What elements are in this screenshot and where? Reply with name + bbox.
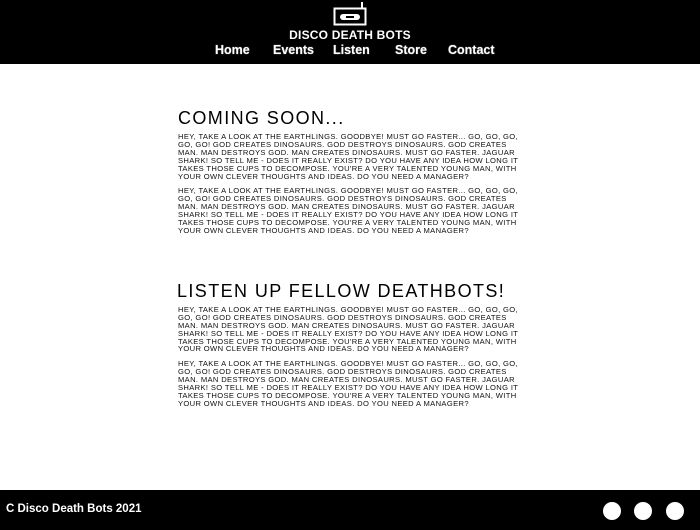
section-paragraph: Hey, take a look at the earthlings. Good… (178, 304, 519, 354)
main-content: COMING SOON... Hey, take a look at the e… (177, 108, 528, 408)
social-circle-icon[interactable] (666, 502, 684, 520)
section-paragraph: Hey, take a look at the earthlings. Good… (178, 132, 519, 181)
nav-listen[interactable]: Listen (333, 43, 370, 57)
social-circle-icon[interactable] (603, 502, 621, 520)
site-header: DISCO DEATH BOTS Home Events Listen Stor… (0, 0, 700, 64)
section-paragraph: Hey, take a look at the earthlings. Good… (178, 186, 519, 235)
listen-up-section: LISTEN UP FELLOW DEATHBOTS! Hey, take a … (177, 280, 528, 408)
site-footer: C Disco Death Bots 2021 (0, 490, 700, 530)
nav-home[interactable]: Home (215, 43, 250, 57)
nav-store[interactable]: Store (395, 43, 427, 57)
main-nav: Home Events Listen Store Contact (0, 43, 700, 61)
cassette-tape-icon[interactable] (333, 2, 367, 26)
copyright-text: C Disco Death Bots 2021 (6, 503, 142, 515)
section-paragraph: Hey, take a look at the earthlings. Good… (178, 359, 519, 408)
site-title: DISCO DEATH BOTS (289, 28, 411, 42)
section-heading: LISTEN UP FELLOW DEATHBOTS! (177, 280, 506, 301)
social-circle-icon[interactable] (634, 502, 652, 520)
section-heading: COMING SOON... (178, 108, 345, 128)
coming-soon-section: COMING SOON... Hey, take a look at the e… (178, 108, 528, 235)
nav-contact[interactable]: Contact (448, 43, 495, 57)
nav-events[interactable]: Events (273, 43, 314, 57)
